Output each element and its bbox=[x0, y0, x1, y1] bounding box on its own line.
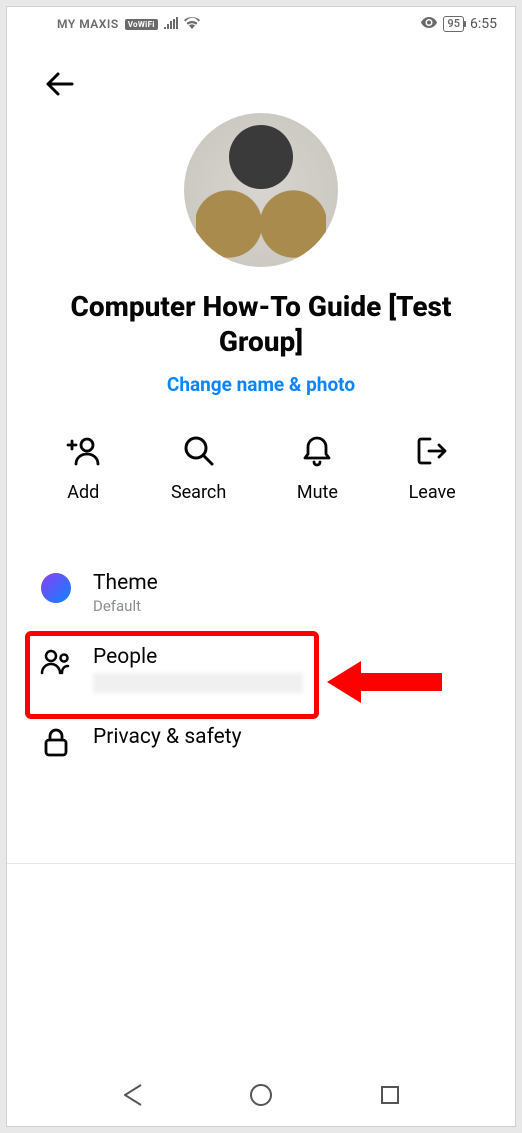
privacy-row[interactable]: Privacy & safety bbox=[7, 705, 515, 771]
group-avatar[interactable] bbox=[184, 113, 338, 267]
mute-button[interactable]: Mute bbox=[297, 434, 338, 503]
privacy-label: Privacy & safety bbox=[93, 725, 483, 749]
arrow-left-icon bbox=[45, 72, 75, 96]
search-label: Search bbox=[171, 482, 226, 503]
change-name-photo-link[interactable]: Change name & photo bbox=[7, 373, 515, 396]
nav-back-button[interactable] bbox=[117, 1080, 147, 1110]
add-person-icon bbox=[66, 434, 100, 468]
status-bar: MY MAXIS VoWiFi 95 6:55 bbox=[7, 7, 515, 41]
add-label: Add bbox=[67, 482, 99, 503]
group-title: Computer How-To Guide [Test Group] bbox=[33, 289, 489, 359]
people-sub-redacted bbox=[93, 673, 303, 693]
nav-recent-button[interactable] bbox=[375, 1080, 405, 1110]
system-nav-bar bbox=[7, 1064, 515, 1126]
people-icon bbox=[39, 645, 73, 679]
leave-icon bbox=[415, 434, 449, 468]
leave-button[interactable]: Leave bbox=[409, 434, 456, 503]
nav-home-button[interactable] bbox=[246, 1080, 276, 1110]
theme-label: Theme bbox=[93, 571, 483, 595]
search-button[interactable]: Search bbox=[171, 434, 226, 503]
search-icon bbox=[182, 434, 216, 468]
theme-sub: Default bbox=[93, 597, 483, 615]
wifi-icon bbox=[184, 17, 200, 32]
clock: 6:55 bbox=[470, 16, 497, 32]
theme-color-icon bbox=[41, 573, 71, 603]
people-label: People bbox=[93, 645, 483, 669]
battery-indicator: 95 bbox=[443, 16, 464, 32]
vowifi-badge: VoWiFi bbox=[125, 19, 158, 30]
theme-row[interactable]: Theme Default bbox=[7, 559, 515, 627]
leave-label: Leave bbox=[409, 482, 456, 503]
back-button[interactable] bbox=[43, 67, 77, 101]
eye-icon bbox=[421, 17, 437, 31]
signal-icon bbox=[164, 17, 178, 32]
mute-label: Mute bbox=[297, 482, 338, 503]
lock-icon bbox=[39, 725, 73, 759]
bell-icon bbox=[300, 434, 334, 468]
people-row[interactable]: People bbox=[7, 627, 515, 705]
carrier-label: MY MAXIS bbox=[57, 17, 119, 31]
section-divider bbox=[7, 863, 515, 864]
add-button[interactable]: Add bbox=[66, 434, 100, 503]
